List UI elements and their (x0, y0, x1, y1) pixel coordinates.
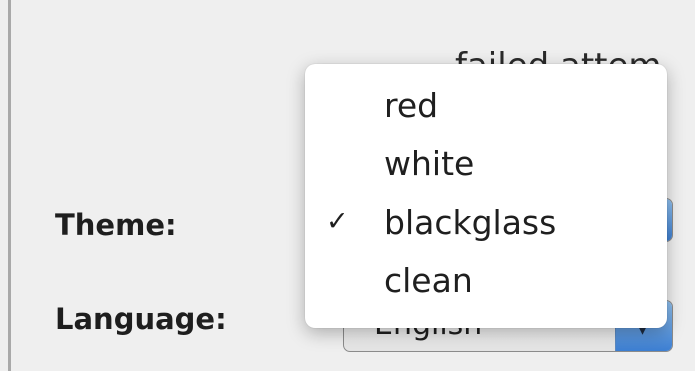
menu-item-red[interactable]: red (305, 77, 667, 135)
language-label: Language: (55, 302, 227, 336)
menu-item-clean[interactable]: clean (305, 252, 667, 310)
settings-panel: failed attem Theme: ▾ Language: English … (0, 0, 695, 371)
theme-popup-menu: red white ✓ blackglass clean (305, 64, 667, 328)
menu-item-white[interactable]: white (305, 135, 667, 193)
menu-item-label: blackglass (384, 203, 557, 242)
left-divider (8, 0, 11, 371)
checkmark-icon: ✓ (326, 206, 349, 237)
menu-item-label: white (384, 144, 475, 183)
menu-item-blackglass[interactable]: ✓ blackglass (305, 194, 667, 252)
menu-item-label: clean (384, 261, 473, 300)
theme-label: Theme: (55, 208, 177, 242)
menu-item-label: red (384, 86, 439, 125)
